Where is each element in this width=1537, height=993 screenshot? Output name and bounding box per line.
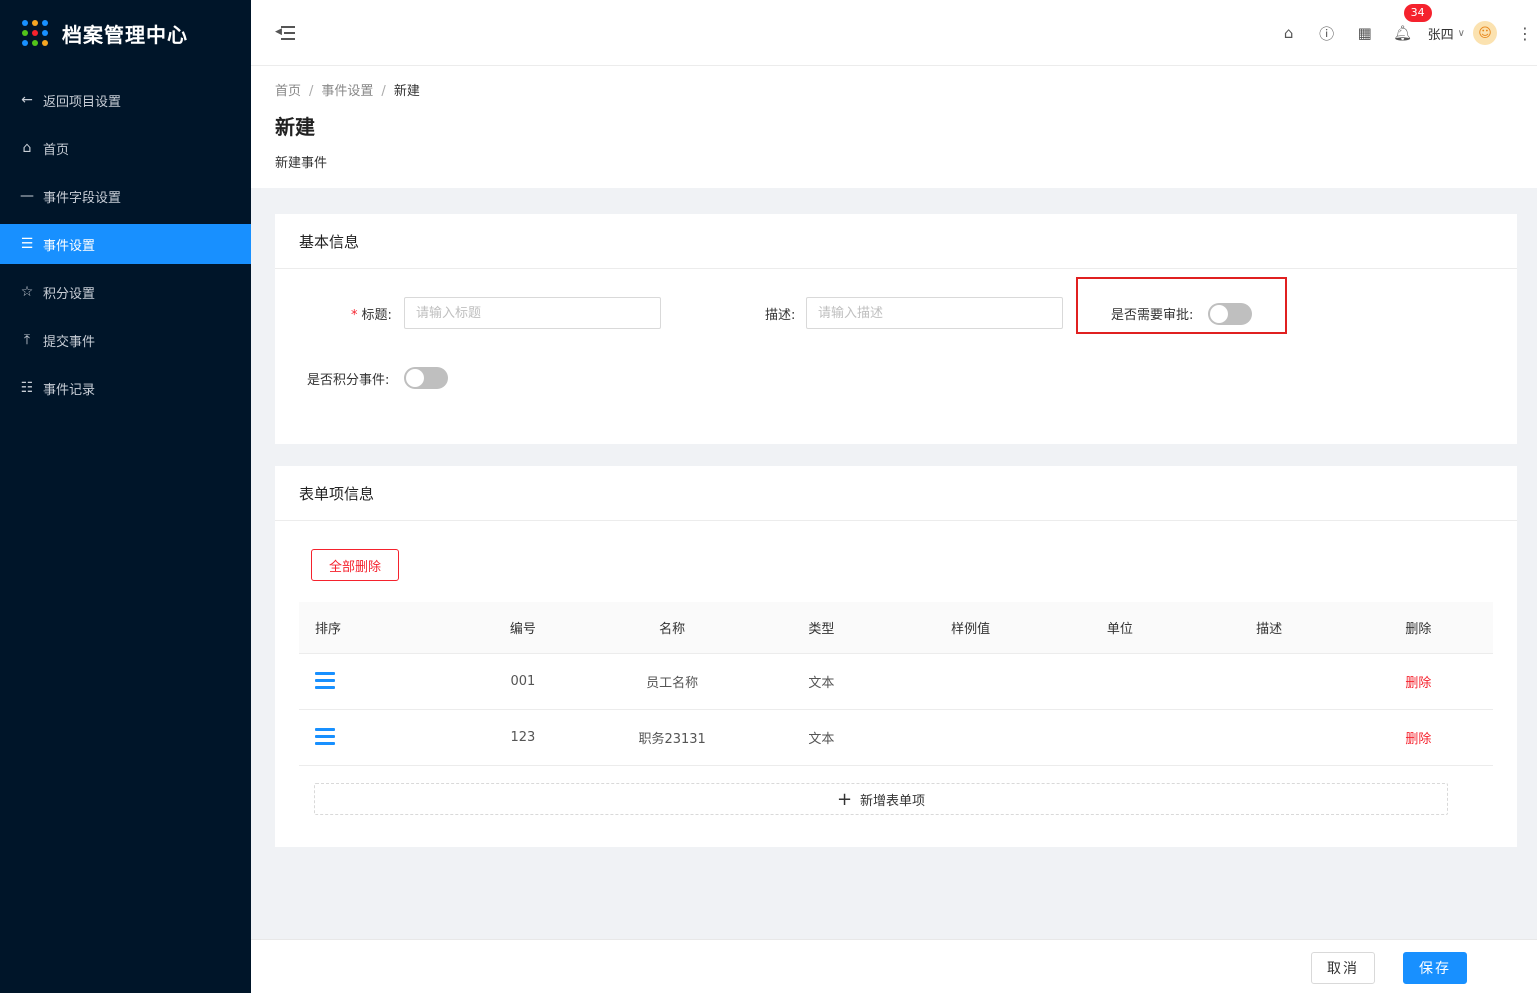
add-form-item-button[interactable]: + 新增表单项 [314, 783, 1448, 815]
delete-row-link[interactable]: 删除 [1405, 676, 1431, 691]
sidebar-item-label: 首页 [43, 142, 70, 158]
points-field-label: 是否积分事件: [307, 373, 390, 388]
help-icon[interactable]: ⓘ [1308, 23, 1346, 44]
plus-icon: + [836, 788, 853, 810]
menu-fold-icon[interactable]: ◀ [275, 24, 295, 42]
arrow-left-icon: ← [21, 92, 33, 108]
column-header: 删除 [1405, 622, 1432, 637]
sidebar-item-label: 返回项目设置 [43, 94, 122, 110]
cell-type: 文本 [808, 732, 835, 747]
top-header: ◀ ⌂ ⓘ ▦ 🔔︎ 34 张四 ∨ ☺ ⋮ [251, 0, 1537, 66]
list-icon: ☷ [20, 380, 34, 396]
sidebar-item-0[interactable]: ← 返回项目设置 [0, 80, 251, 120]
approval-field-label: 是否需要审批: [1111, 308, 1194, 323]
breadcrumb-current: 新建 [393, 84, 420, 99]
sidebar-item-label: 积分设置 [43, 286, 96, 302]
cell-code: 001 [510, 674, 536, 689]
basic-info-card: 基本信息 *标题: 描述: 是否需要审批: 是否积分事件: [275, 214, 1517, 444]
cancel-button[interactable]: 取消 [1311, 952, 1375, 984]
column-header: 编号 [509, 622, 536, 637]
footer-bar: 取消 保存 [251, 939, 1537, 993]
add-form-item-label: 新增表单项 [860, 793, 926, 809]
cell-name: 员工名称 [646, 676, 699, 691]
sidebar-item-1[interactable]: ⌂ 首页 [0, 128, 251, 168]
sidebar-item-label: 事件字段设置 [43, 190, 122, 206]
sidebar-item-label: 事件设置 [43, 238, 96, 254]
sidebar: 档案管理中心 ← 返回项目设置 ⌂ 首页 — 事件字段设置 ☰ 事件设置 ☆ 积分设置 ⤒ 提交事件 ☷… [0, 0, 251, 993]
approval-switch[interactable] [1208, 303, 1252, 325]
menu-icon: ☰ [20, 236, 34, 252]
bell-icon[interactable]: 🔔︎ 34 [1384, 4, 1432, 42]
sidebar-item-3[interactable]: ☰ 事件设置 [0, 224, 251, 264]
logo[interactable]: 档案管理中心 [0, 0, 251, 66]
section-title-form-items: 表单项信息 [275, 466, 1517, 521]
column-header: 单位 [1106, 622, 1133, 637]
app-grid-icon [22, 20, 48, 46]
column-header: 名称 [659, 622, 686, 637]
column-header: 排序 [315, 622, 342, 637]
breadcrumb-item-home[interactable]: 首页 [275, 84, 301, 99]
sidebar-item-label: 提交事件 [43, 334, 96, 350]
avatar[interactable]: ☺ [1473, 21, 1497, 45]
notification-badge: 34 [1403, 4, 1432, 22]
apps-icon[interactable]: ▦ [1346, 24, 1384, 42]
delete-all-button[interactable]: 全部删除 [311, 549, 399, 581]
user-name[interactable]: 张四 [1428, 24, 1454, 43]
app-title: 档案管理中心 [62, 22, 188, 47]
column-header: 样例值 [951, 622, 991, 637]
page-header: 首页 / 事件设置 / 新建 新建 新建事件 [251, 66, 1537, 188]
title-input[interactable] [404, 297, 661, 329]
form-items-table: 排序 编号 名称 类型 样例值 单位 描述 删除 001 员工名称 文本 删除 123 职务23131 文… [299, 602, 1493, 766]
description-input[interactable] [806, 297, 1063, 329]
section-title-basic: 基本信息 [275, 214, 1517, 269]
form-items-card: 表单项信息 全部删除 排序 编号 名称 类型 样例值 单位 描述 删除 001 员工名称 文本 删除… [275, 466, 1517, 847]
delete-row-link[interactable]: 删除 [1405, 732, 1431, 747]
sidebar-item-6[interactable]: ☷ 事件记录 [0, 368, 251, 408]
sidebar-item-label: 事件记录 [43, 382, 96, 398]
title-field-label: * 标题: [351, 308, 392, 323]
breadcrumb-item-event-settings[interactable]: 事件设置 [321, 84, 373, 99]
home-icon: ⌂ [22, 140, 32, 156]
more-vertical-icon[interactable]: ⋮ [1513, 24, 1537, 43]
sidebar-item-2[interactable]: — 事件字段设置 [0, 176, 251, 216]
points-switch[interactable] [404, 367, 448, 389]
table-row: 123 职务23131 文本 删除 [299, 710, 1493, 766]
save-button[interactable]: 保存 [1403, 952, 1467, 984]
cell-delete: 删除 [1344, 672, 1493, 691]
star-icon: ☆ [20, 284, 34, 300]
page-subtitle: 新建事件 [275, 156, 328, 171]
drag-handle-icon[interactable] [315, 670, 335, 690]
table-header: 排序 编号 名称 类型 样例值 单位 描述 删除 [299, 602, 1493, 654]
page-title: 新建 [275, 115, 315, 139]
desc-field-label: 描述: [765, 308, 796, 323]
column-header: 类型 [808, 622, 835, 637]
breadcrumb: 首页 / 事件设置 / 新建 [275, 84, 420, 99]
table-row: 001 员工名称 文本 删除 [299, 654, 1493, 710]
sidebar-menu: ← 返回项目设置 ⌂ 首页 — 事件字段设置 ☰ 事件设置 ☆ 积分设置 ⤒ 提交事件 ☷ 事件记录 [0, 80, 251, 408]
cell-delete: 删除 [1344, 728, 1493, 747]
sort-cell [299, 726, 448, 750]
cell-code: 123 [510, 730, 536, 745]
upload-icon: ⤒ [23, 332, 31, 348]
column-header: 描述 [1256, 622, 1283, 637]
home-icon[interactable]: ⌂ [1270, 24, 1308, 42]
drag-handle-icon[interactable] [315, 726, 335, 746]
sidebar-item-5[interactable]: ⤒ 提交事件 [0, 320, 251, 360]
minus-icon: — [20, 188, 34, 204]
sort-cell [299, 670, 448, 694]
chevron-down-icon[interactable]: ∨ [1458, 28, 1465, 39]
cell-name: 职务23131 [638, 732, 706, 747]
cell-type: 文本 [808, 676, 835, 691]
sidebar-item-4[interactable]: ☆ 积分设置 [0, 272, 251, 312]
